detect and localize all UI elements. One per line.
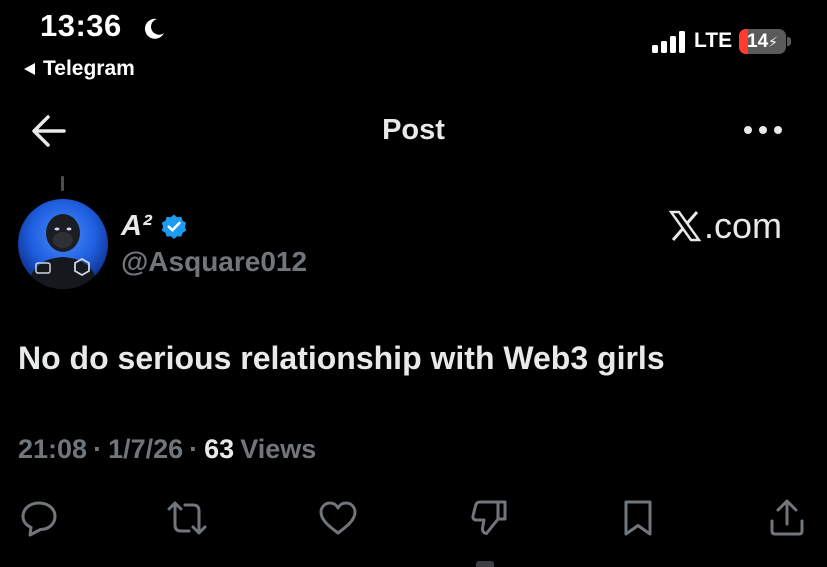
author-name: A²: [121, 210, 152, 242]
share-button[interactable]: [766, 497, 808, 539]
post-meta: 21:08 · 1/7/26 · 63 Views: [18, 434, 316, 465]
reply-button[interactable]: [18, 497, 60, 539]
more-options-icon[interactable]: [741, 118, 785, 142]
x-com-watermark: .com: [668, 205, 782, 247]
thumbs-down-icon: [471, 500, 507, 535]
author-name-row[interactable]: A²: [121, 210, 188, 243]
bookmark-button[interactable]: [617, 497, 659, 539]
page-title: Post: [382, 114, 445, 146]
gorilla-avatar-icon: [18, 199, 108, 289]
x-logo-icon: [668, 210, 702, 242]
status-time: 13:36: [40, 8, 122, 43]
post-date: 1/7/26: [108, 434, 184, 464]
back-app-label: Telegram: [43, 57, 135, 80]
battery-percent: 14: [747, 31, 769, 52]
meta-separator: ·: [189, 434, 199, 464]
watermark-text: .com: [704, 205, 783, 246]
meta-separator: ·: [93, 434, 103, 464]
like-button[interactable]: [317, 497, 359, 539]
moon-icon: [144, 18, 164, 39]
bookmark-icon: [624, 500, 652, 536]
back-to-app-link[interactable]: Telegram: [24, 57, 135, 81]
home-indicator: [476, 561, 494, 567]
views-count: 63: [204, 434, 235, 464]
author-handle[interactable]: @Asquare012: [121, 246, 307, 278]
verified-badge-icon: [161, 214, 186, 239]
repost-button[interactable]: [166, 497, 208, 539]
comment-icon: [21, 501, 57, 537]
post-text: No do serious relationship with Web3 gir…: [18, 340, 665, 376]
avatar[interactable]: [18, 199, 108, 289]
network-type: LTE: [694, 29, 733, 52]
share-icon: [770, 499, 804, 536]
repost-icon: [167, 501, 207, 535]
heart-icon: [319, 501, 357, 535]
dislike-button[interactable]: [468, 497, 510, 539]
post-time: 21:08: [18, 434, 88, 464]
back-triangle-icon: [24, 63, 35, 75]
views-label: Views: [240, 434, 317, 464]
post-screen: 13:36 Telegram LTE 14⚡ Post A² @Asquare0…: [0, 0, 827, 567]
battery-icon: 14⚡: [739, 29, 791, 54]
action-bar: [0, 497, 827, 541]
thread-connector: [61, 176, 64, 191]
cellular-signal-icon: [652, 31, 685, 53]
